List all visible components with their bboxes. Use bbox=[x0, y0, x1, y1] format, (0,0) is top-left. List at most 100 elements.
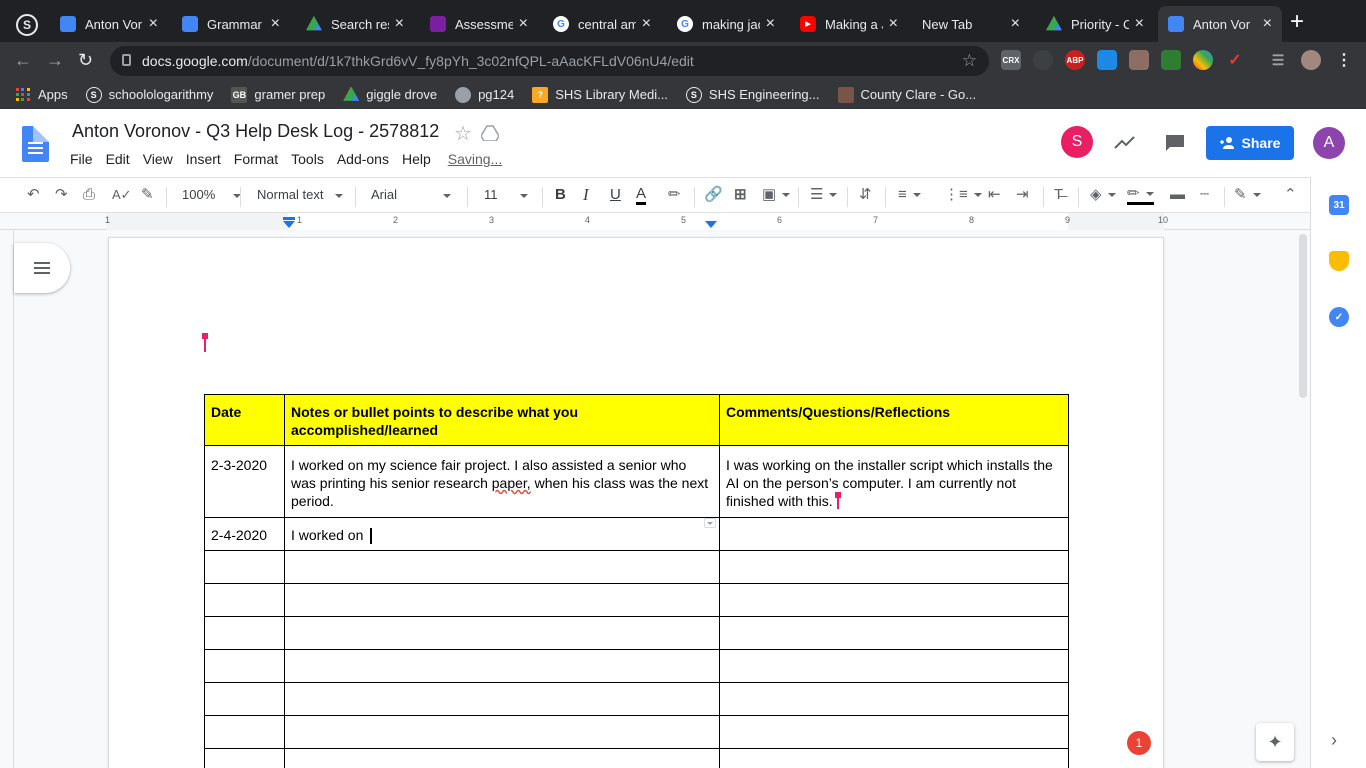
menu-help[interactable]: Help bbox=[402, 151, 431, 167]
crx-extension-icon[interactable]: CRX bbox=[1001, 50, 1021, 70]
share-button[interactable]: Share bbox=[1206, 126, 1294, 160]
cell-notes[interactable]: I worked on my science fair project. I a… bbox=[284, 445, 720, 518]
bookmark-pg124[interactable]: pg124 bbox=[455, 86, 514, 103]
browser-tab[interactable]: Gcentral am × bbox=[543, 6, 661, 42]
menu-view[interactable]: View bbox=[143, 151, 173, 167]
saving-status[interactable]: Saving... bbox=[448, 151, 502, 167]
close-tab-icon[interactable]: × bbox=[519, 15, 528, 33]
address-bar[interactable]: docs.google.com/document/d/1k7thkGrd6vV_… bbox=[110, 46, 989, 76]
right-indent-marker[interactable] bbox=[705, 217, 717, 229]
cell-notes[interactable] bbox=[284, 550, 720, 585]
bookmark-giggle-drove[interactable]: giggle drove bbox=[343, 86, 437, 103]
keep-icon[interactable] bbox=[1329, 251, 1349, 271]
bookmark-star-icon[interactable]: ☆ bbox=[962, 51, 977, 71]
browser-tab[interactable]: Search res × bbox=[296, 6, 414, 42]
notification-badge[interactable]: 1 bbox=[1127, 731, 1151, 755]
link-icon[interactable]: 🔗 bbox=[704, 186, 723, 204]
cell-date[interactable] bbox=[204, 649, 285, 684]
close-tab-icon[interactable]: × bbox=[149, 15, 158, 33]
close-tab-icon[interactable]: × bbox=[1263, 15, 1272, 33]
add-comment-icon[interactable]: ⊞ bbox=[734, 186, 747, 204]
collaborator-avatar[interactable]: S bbox=[1061, 126, 1093, 158]
docs-logo-icon[interactable] bbox=[22, 126, 49, 162]
misspelled-word[interactable]: paper, bbox=[492, 475, 531, 491]
editing-mode-icon[interactable]: ✎ bbox=[1234, 186, 1261, 204]
menu-insert[interactable]: Insert bbox=[186, 151, 221, 167]
cell-comments[interactable] bbox=[719, 715, 1069, 750]
cell-notes[interactable] bbox=[284, 748, 720, 768]
browser-tab[interactable]: Priority - C × bbox=[1036, 6, 1154, 42]
cell-date[interactable]: 2-3-2020 bbox=[204, 445, 285, 518]
style-select[interactable]: Normal text bbox=[257, 187, 344, 202]
increase-indent-icon[interactable]: ⇥ bbox=[1016, 186, 1029, 204]
cell-comments[interactable] bbox=[719, 583, 1069, 618]
cell-comments[interactable] bbox=[719, 682, 1069, 717]
owl-extension-icon[interactable] bbox=[1033, 50, 1053, 70]
insert-image-icon[interactable]: ▣ bbox=[762, 186, 791, 204]
user-avatar[interactable]: A bbox=[1313, 127, 1345, 159]
extension-icon[interactable] bbox=[1129, 50, 1149, 70]
fill-color-icon[interactable]: ◈ bbox=[1090, 186, 1116, 204]
font-select[interactable]: Arial bbox=[371, 187, 452, 202]
star-icon[interactable]: ☆ bbox=[454, 121, 472, 146]
cell-comments[interactable] bbox=[719, 748, 1069, 768]
menu-file[interactable]: File bbox=[70, 151, 93, 167]
forward-icon[interactable]: → bbox=[46, 50, 64, 71]
profile-icon[interactable]: S bbox=[16, 14, 38, 36]
extension-icon[interactable] bbox=[1097, 50, 1117, 70]
cell-date[interactable]: 2-4-2020 bbox=[204, 516, 285, 552]
profile-avatar[interactable] bbox=[1301, 50, 1321, 70]
close-tab-icon[interactable]: × bbox=[642, 15, 651, 33]
header-notes[interactable]: Notes or bullet points to describe what … bbox=[284, 394, 720, 446]
bookmark-county-clare[interactable]: County Clare - Go... bbox=[837, 86, 976, 103]
cell-comments[interactable] bbox=[719, 516, 1069, 552]
bold-icon[interactable]: B bbox=[555, 186, 566, 204]
new-tab-button[interactable]: + bbox=[1290, 10, 1304, 34]
paint-format-icon[interactable]: ✎ bbox=[141, 186, 154, 204]
help-desk-log-table[interactable]: Date Notes or bullet points to describe … bbox=[204, 394, 1069, 768]
move-to-drive-icon[interactable] bbox=[481, 125, 499, 141]
close-tab-icon[interactable]: × bbox=[395, 15, 404, 33]
clear-formatting-icon[interactable]: T̶ bbox=[1054, 186, 1063, 204]
numbered-list-icon[interactable]: ≡ bbox=[898, 186, 921, 204]
browser-tab[interactable]: Grammar P × bbox=[172, 6, 290, 42]
text-color-icon[interactable]: A bbox=[636, 186, 647, 205]
bookmark-shs-library[interactable]: ? SHS Library Medi... bbox=[532, 86, 668, 103]
document-title[interactable]: Anton Voronov - Q3 Help Desk Log - 25788… bbox=[72, 121, 439, 142]
redo-icon[interactable]: ↷ bbox=[55, 186, 68, 204]
chevron-right-icon[interactable]: › bbox=[1331, 730, 1337, 751]
highlight-icon[interactable]: ✏ bbox=[668, 186, 681, 204]
browser-tab[interactable]: New Tab × bbox=[912, 6, 1030, 42]
cell-date[interactable] bbox=[204, 748, 285, 768]
bulleted-list-icon[interactable]: ⋮≡ bbox=[944, 186, 982, 204]
menu-icon[interactable]: ⋮ bbox=[1334, 50, 1354, 70]
cell-comments[interactable]: I was working on the installer script wh… bbox=[719, 445, 1069, 518]
close-tab-icon[interactable]: × bbox=[1011, 15, 1020, 33]
cell-options-chevron-icon[interactable] bbox=[704, 518, 716, 528]
cell-notes[interactable]: I worked on bbox=[284, 516, 720, 552]
bookmark-gramer-prep[interactable]: GB gramer prep bbox=[231, 86, 325, 103]
activity-dashboard-icon[interactable] bbox=[1114, 133, 1136, 151]
close-tab-icon[interactable]: × bbox=[271, 15, 280, 33]
cell-comments[interactable] bbox=[719, 550, 1069, 585]
browser-tab[interactable]: Gmaking jac × bbox=[667, 6, 785, 42]
check-extension-icon[interactable]: ✓ bbox=[1225, 50, 1245, 70]
browser-tab[interactable]: ▶ Making a J × bbox=[790, 6, 908, 42]
tasks-icon[interactable]: ✓ bbox=[1329, 307, 1349, 327]
cell-comments[interactable] bbox=[719, 649, 1069, 684]
header-comments[interactable]: Comments/Questions/Reflections bbox=[719, 394, 1069, 446]
menu-edit[interactable]: Edit bbox=[106, 151, 130, 167]
playlist-icon[interactable]: ☰ bbox=[1268, 50, 1288, 70]
close-tab-icon[interactable]: × bbox=[766, 15, 775, 33]
line-spacing-icon[interactable]: ⇵ bbox=[859, 186, 872, 204]
left-indent-marker[interactable] bbox=[283, 217, 295, 229]
header-date[interactable]: Date bbox=[204, 394, 285, 446]
bookmark-schoology[interactable]: Sschoolologarithmy bbox=[85, 86, 213, 103]
browser-tab[interactable]: Anton Vor × bbox=[1158, 6, 1282, 42]
border-dash-icon[interactable]: ┄ bbox=[1200, 186, 1209, 204]
menu-add-ons[interactable]: Add-ons bbox=[337, 151, 389, 167]
align-icon[interactable]: ☰ bbox=[810, 186, 838, 204]
cell-comments[interactable] bbox=[719, 616, 1069, 651]
menu-format[interactable]: Format bbox=[234, 151, 278, 167]
spellcheck-icon[interactable]: A✓ bbox=[112, 186, 132, 204]
